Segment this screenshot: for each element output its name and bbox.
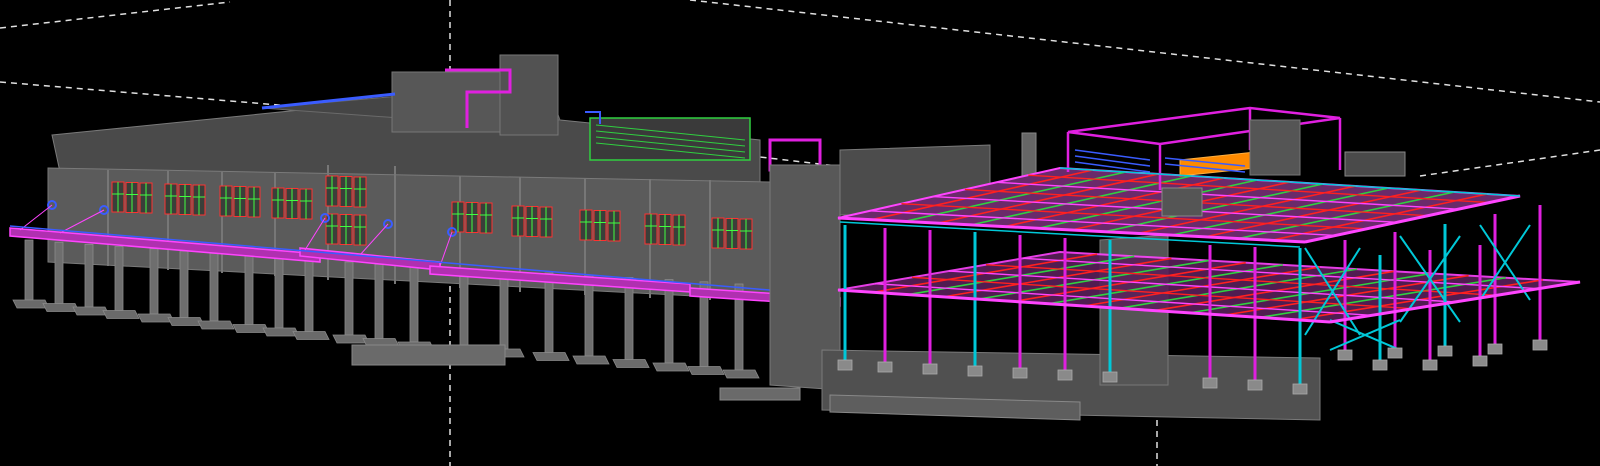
column-footing <box>837 359 853 371</box>
building-model-canvas[interactable] <box>0 0 1600 466</box>
column-footing <box>1372 359 1388 371</box>
penthouse-box <box>1249 119 1301 176</box>
rooftop-grey-box <box>1161 187 1203 217</box>
column-footing <box>1247 379 1263 391</box>
left-building-footings <box>12 299 760 379</box>
footing <box>722 369 760 379</box>
column-footing <box>922 363 938 375</box>
3d-model-viewport[interactable] <box>0 0 1600 466</box>
footing <box>687 366 725 375</box>
column <box>459 268 469 346</box>
column-footing <box>1202 377 1218 389</box>
column-footing <box>1422 359 1438 371</box>
column-footing <box>1437 345 1453 357</box>
column <box>244 254 254 325</box>
column <box>409 265 419 343</box>
window-6 <box>325 213 367 246</box>
window-5 <box>325 175 367 208</box>
column <box>114 246 124 311</box>
column <box>24 239 34 301</box>
foundation-slab-mid <box>719 387 801 401</box>
column <box>274 257 284 329</box>
column <box>179 250 189 318</box>
window-8 <box>511 205 553 238</box>
window-2 <box>164 183 206 216</box>
column <box>584 274 594 357</box>
footing <box>652 362 690 372</box>
column <box>84 243 94 308</box>
window-9 <box>579 209 621 242</box>
window-11 <box>711 217 753 250</box>
column-footing <box>1292 383 1308 395</box>
column <box>209 252 219 322</box>
column-footing <box>1012 367 1028 379</box>
column-footing <box>967 365 983 377</box>
column <box>499 270 509 350</box>
column-footing <box>877 361 893 373</box>
rooftop-far-box <box>1344 151 1406 177</box>
window-3 <box>219 185 261 218</box>
column-footing <box>1487 343 1503 355</box>
column <box>544 272 554 353</box>
column-footing <box>1472 355 1488 367</box>
column <box>664 279 674 364</box>
column-footing <box>1102 371 1118 383</box>
section-line-right-diagonal <box>1419 149 1600 177</box>
section-line-top-right <box>689 0 1600 103</box>
column-footing <box>1387 347 1403 359</box>
column <box>374 263 384 339</box>
column <box>149 248 159 315</box>
footing <box>197 320 235 330</box>
footing <box>292 331 330 340</box>
foundation-slab-left <box>351 344 506 366</box>
window-7 <box>451 201 493 234</box>
column <box>344 261 354 336</box>
window-1 <box>111 181 153 214</box>
column <box>54 241 64 304</box>
column <box>304 259 314 332</box>
footing <box>102 310 140 319</box>
column-footing <box>1337 349 1353 361</box>
column <box>624 276 634 360</box>
footing <box>572 355 610 365</box>
roof-tower-upper <box>499 54 559 136</box>
window-4 <box>271 187 313 220</box>
column-footing <box>1057 369 1073 381</box>
footing <box>532 352 570 361</box>
window-10 <box>644 213 686 246</box>
roof-tower <box>391 71 503 133</box>
left-building-block[interactable] <box>12 54 801 401</box>
column-footing <box>1532 339 1548 351</box>
footing <box>612 359 650 368</box>
section-line-top-left <box>0 1 231 29</box>
